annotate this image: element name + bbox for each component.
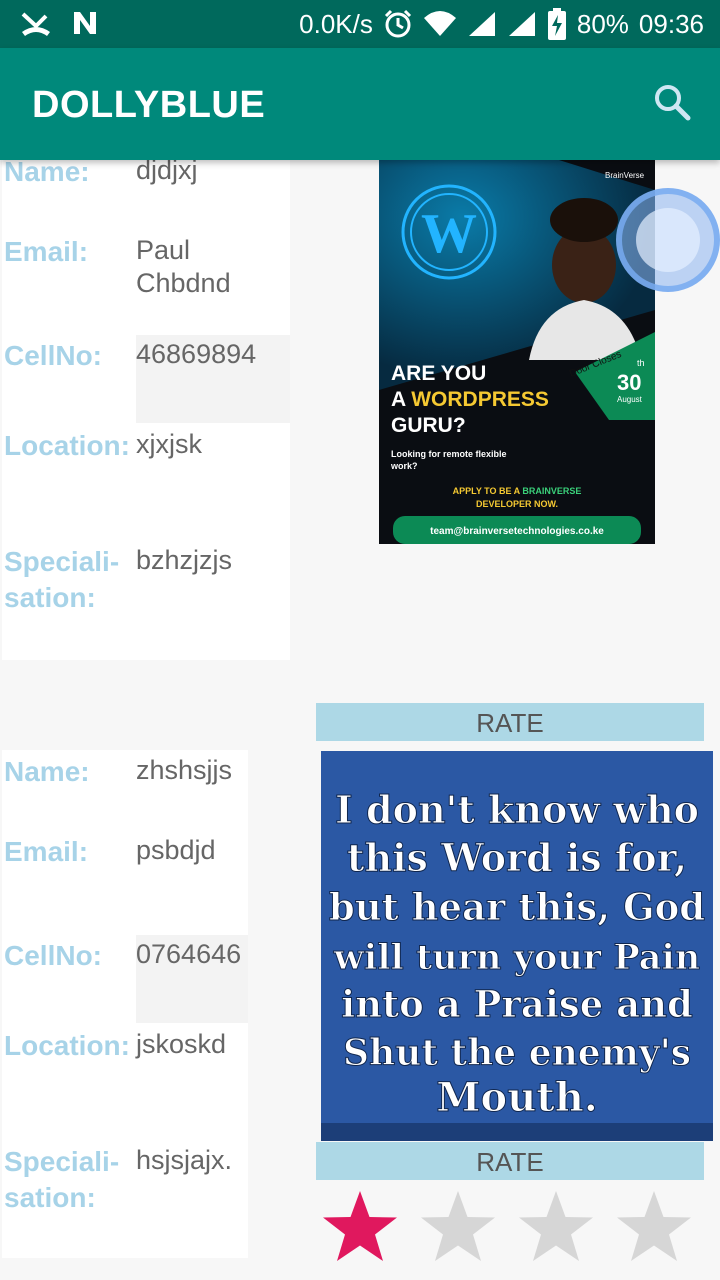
rating-bar[interactable] [320,1187,694,1267]
quote-line-2: this Word is for, [347,835,687,880]
rate-button[interactable]: RATE [316,1142,704,1180]
poster-sub2: work? [390,461,418,471]
cell-label: CellNo: [4,340,102,371]
network-speed: 0.0K/s [299,8,373,39]
n-notification-icon [74,12,96,34]
touch-indicator [616,188,720,292]
star-empty-icon[interactable] [614,1187,694,1267]
specialisation-value: hsjsjajx. [136,1145,233,1175]
star-empty-icon[interactable] [418,1187,498,1267]
quote-line-6: Shut the enemy's [343,1032,691,1074]
rate-button[interactable]: RATE [316,703,704,741]
poster-line2a: A [391,388,411,411]
svg-text:A WORDPRESS: A WORDPRESS [391,388,549,411]
poster-image: W Door Closes th 30 August BrainVerse AR… [379,160,655,544]
name-value: djdjxj [136,160,198,185]
profile-photo[interactable]: I don't know who this Word is for, but h… [321,751,713,1141]
poster-line1: ARE YOU [391,362,486,385]
email-label: Email: [4,236,89,267]
search-icon[interactable] [652,82,692,122]
email-value-line1: Paul [136,235,191,265]
status-bar: 0.0K/s 80% 09:36 [0,0,720,48]
clock: 09:36 [638,8,704,39]
star-filled-icon[interactable] [320,1187,400,1267]
quote-line-3: but hear this, God [329,885,705,929]
profile-photo[interactable]: W Door Closes th 30 August BrainVerse AR… [379,160,655,544]
profile-info: Name: djdjxj Email: Paul Chbdnd CellNo: … [2,160,290,660]
quote-line-7: Mouth. [436,1074,598,1121]
date-month: August [617,395,643,404]
poster-email: team@brainversetechnologies.co.ke [430,526,604,537]
poster-line3: GURU? [391,414,466,437]
specialisation-label-line2: sation: [4,1182,96,1213]
quote-line-4: will turn your Pain [333,937,700,978]
cell-label: CellNo: [4,940,102,971]
poster-apply2: DEVELOPER NOW. [476,499,558,509]
poster-brand: BrainVerse [605,171,645,180]
name-value: zhshsjjs [136,755,233,785]
signal-icon [508,12,535,36]
poster-apply1a: APPLY TO BE A [453,486,523,496]
poster-line2b: WORDPRESS [411,388,549,411]
battery-level: 80% [576,8,629,39]
quote-image: I don't know who this Word is for, but h… [321,751,713,1141]
email-label: Email: [4,836,89,867]
cell-value: 46869894 [136,339,257,369]
battery-charging-icon [547,8,566,40]
specialisation-label-line2: sation: [4,582,96,613]
profile-info: Name: zhshsjjs Email: psbdjd CellNo: 076… [2,750,248,1258]
location-label: Location: [4,430,130,461]
specialisation-label-line1: Speciali- [4,1146,120,1177]
name-label: Name: [4,756,90,787]
name-label: Name: [4,160,90,187]
quote-line-5: into a Praise and [341,982,693,1026]
quote-line-1: I don't know who [335,787,699,832]
signal-icon [468,12,495,36]
email-value-line2: Chbdnd [136,268,231,298]
alarm-icon [384,9,411,38]
email-value: psbdjd [136,835,216,865]
date-suffix: th [637,358,645,368]
app-bar: DOLLYBLUE [0,48,720,160]
svg-text:W: W [421,203,477,265]
poster-sub1: Looking for remote flexible [391,449,507,459]
app-title: DOLLYBLUE [32,84,266,126]
location-value: jskoskd [136,1029,227,1059]
location-value: xjxjsk [136,429,202,459]
location-label: Location: [4,1030,130,1061]
missed-call-icon [21,12,50,36]
poster-apply1b: BRAINVERSE [522,486,581,496]
specialisation-value: bzhzjzjs [136,545,233,575]
wifi-icon [423,11,456,36]
star-empty-icon[interactable] [516,1187,596,1267]
svg-text:APPLY TO BE A BRAINVERSE: APPLY TO BE A BRAINVERSE [453,486,582,496]
specialisation-label-line1: Speciali- [4,546,120,577]
profile-list[interactable]: Name: djdjxj Email: Paul Chbdnd CellNo: … [0,160,720,1280]
date-day: 30 [617,370,641,395]
cell-value: 0764646 [136,939,242,969]
